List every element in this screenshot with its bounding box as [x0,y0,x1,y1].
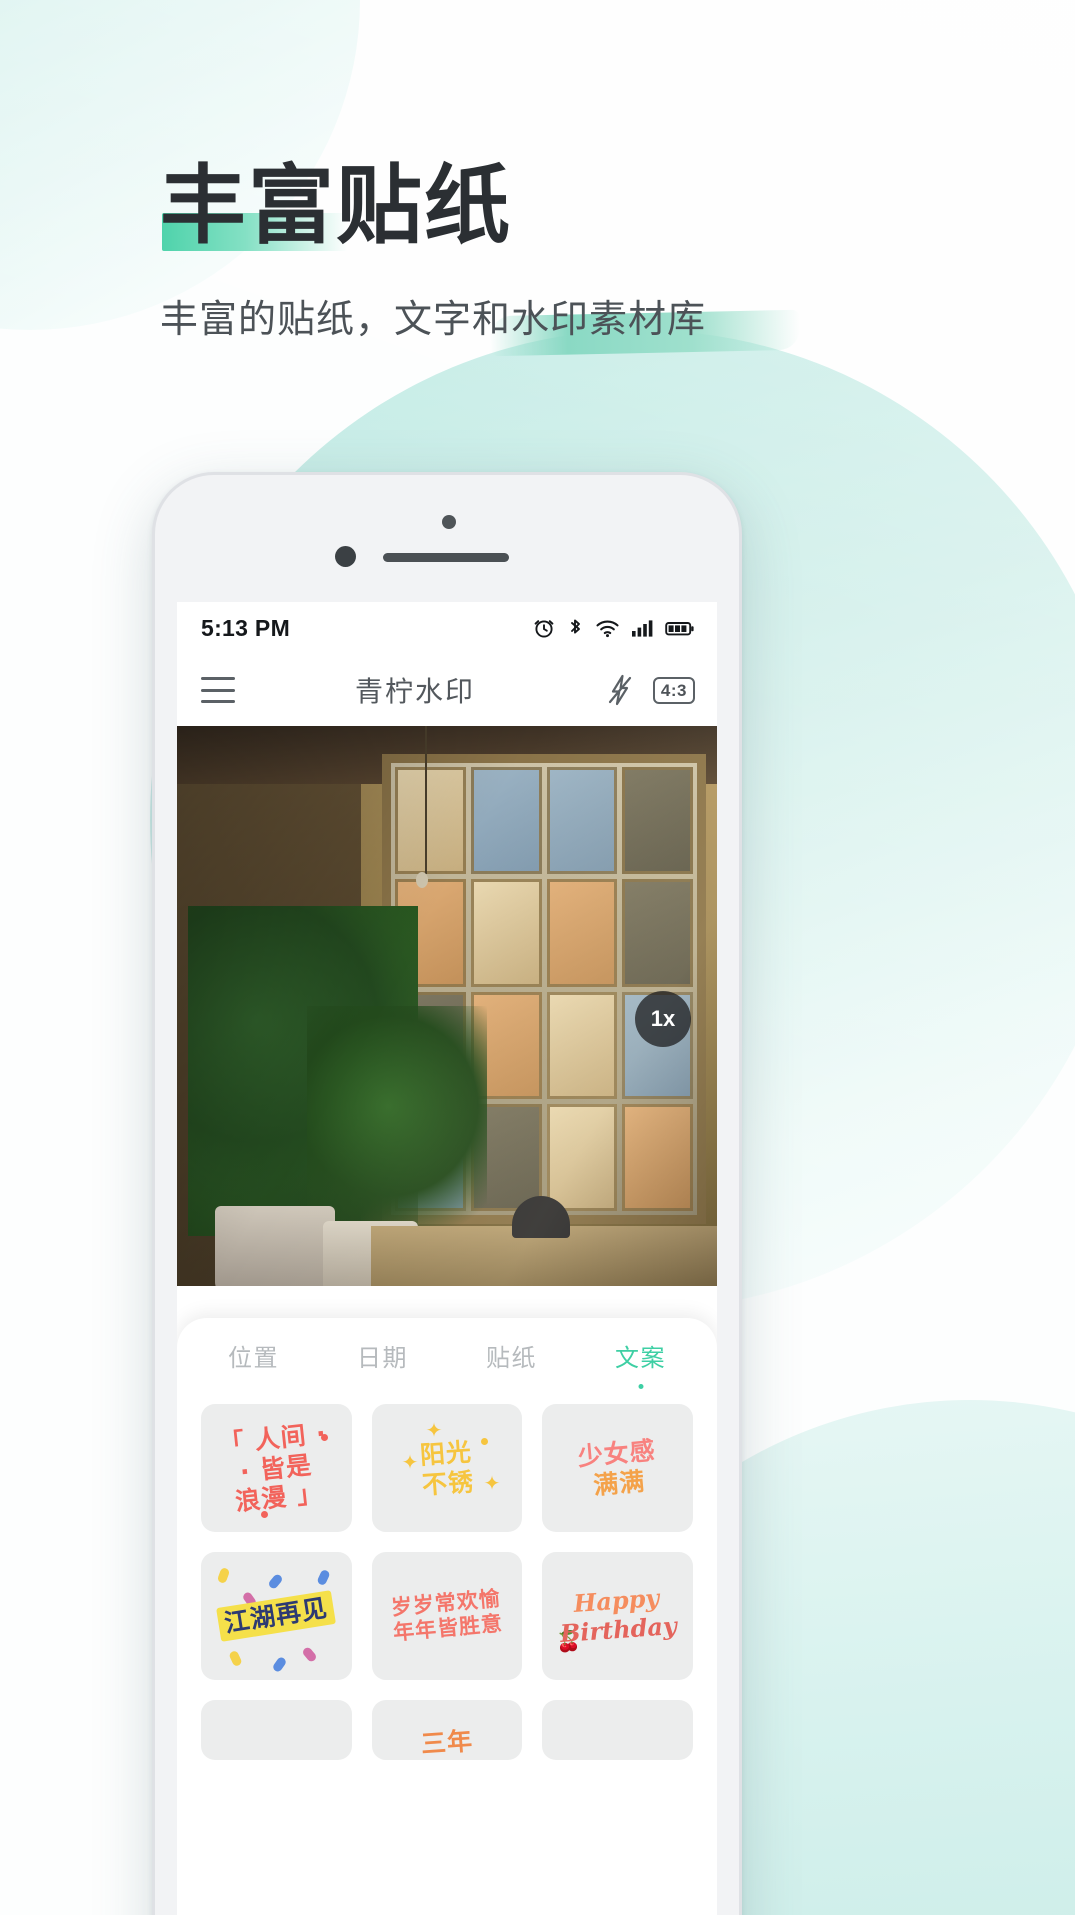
sticker-item-yangguang[interactable]: ✦ ✦ ✦ 阳光 不锈 [371,1404,523,1532]
alarm-icon [534,620,554,638]
app-bar: 青柠水印 4:3 [177,654,717,726]
sticker-dot [320,1434,328,1441]
sticker-tab-bar: 位置 日期 贴纸 文案 [177,1318,717,1392]
cellular-signal-icon [632,620,653,637]
sticker-label: 少女感 满满 [576,1435,659,1501]
hero-section: 丰富贴纸 丰富的贴纸，文字和水印素材库 [160,160,960,357]
phone-screen: 5:13 PM 青柠水印 4:3 1x 位置 日期 贴纸 文案 「 人间 · ·… [177,602,717,1915]
status-time: 5:13 PM [201,614,291,641]
sticker-line: 满满 [591,1465,647,1500]
sticker-item-suisui[interactable]: 岁岁常欢愉 年年皆胜意 [371,1552,523,1680]
sticker-label: 阳光 不锈 [419,1437,475,1499]
preview-photo [177,726,717,1286]
sticker-line: 少女感 [576,1435,657,1471]
sticker-label: 江湖再见 [216,1590,337,1642]
status-icon-group [532,616,695,640]
sticker-item-jianghu[interactable]: 江湖再见 [201,1552,352,1680]
sticker-dot [481,1438,489,1445]
aspect-ratio-button[interactable]: 4:3 [652,676,695,704]
sticker-grid: 「 人间 · · 皆是 浪漫 」 ✦ ✦ ✦ 阳光 不锈 少女感 满满 江湖再见… [177,1392,717,1760]
tab-copywriting[interactable]: 文案 [576,1338,705,1373]
tab-date[interactable]: 日期 [318,1338,447,1373]
sticker-label: 「 人间 · · 皆是 浪漫 」 [218,1418,335,1517]
sticker-item-row3-1[interactable] [201,1700,352,1760]
app-title: 青柠水印 [354,676,475,707]
wifi-icon [596,620,619,638]
sticker-line: 三年 [420,1726,474,1760]
page-title: 丰富贴纸 [160,158,512,254]
tab-location[interactable]: 位置 [189,1338,318,1373]
sticker-line: 阳光 [418,1436,473,1470]
phone-sensor-dot [335,546,356,567]
sticker-label: 岁岁常欢愉 年年皆胜意 [390,1587,504,1646]
zoom-level-button[interactable]: 1x [635,991,691,1047]
app-bar-actions: 4:3 [605,673,695,707]
bluetooth-icon [571,619,580,634]
sticker-line: 江湖再见 [216,1590,337,1642]
hero-title-wrap: 丰富贴纸 [160,160,512,253]
phone-earpiece [383,553,509,562]
sticker-item-row3-3[interactable] [542,1700,693,1760]
sparkle-icon: ✦ [483,1473,501,1495]
sticker-item-renjian[interactable]: 「 人间 · · 皆是 浪漫 」 [201,1404,352,1532]
page-subtitle: 丰富的贴纸，文字和水印素材库 [160,298,707,341]
sticker-panel: 位置 日期 贴纸 文案 「 人间 · · 皆是 浪漫 」 ✦ ✦ ✦ 阳光 不锈… [177,1318,717,1915]
sparkle-icon: ✦ [401,1452,419,1474]
sticker-dot [261,1511,268,1518]
sticker-item-shaonvgan[interactable]: 少女感 满满 [542,1404,693,1532]
sticker-item-row3-2[interactable]: 三年 [371,1700,523,1760]
sticker-line: 「 人间 · [218,1418,329,1459]
sticker-label: 三年 [420,1726,474,1759]
tab-sticker[interactable]: 贴纸 [447,1338,576,1373]
hero-subtitle-wrap: 丰富的贴纸，文字和水印素材库 [160,295,801,357]
status-bar: 5:13 PM [177,602,717,654]
promo-page: 丰富贴纸 丰富的贴纸，文字和水印素材库 5:13 PM 青柠水印 4:3 1x … [0,0,1075,1915]
sticker-label: Happy Birthday [557,1583,678,1649]
flash-lightning-icon[interactable] [605,673,635,707]
phone-mockup: 5:13 PM 青柠水印 4:3 1x 位置 日期 贴纸 文案 「 人间 · ·… [152,472,742,1915]
phone-front-camera [442,515,456,529]
sticker-item-birthday[interactable]: 🍒 Happy Birthday [542,1552,693,1680]
camera-viewfinder[interactable]: 1x [177,726,717,1286]
sticker-line: 不锈 [421,1466,475,1499]
battery-icon [665,622,694,636]
photo-light-shade [177,726,717,1286]
